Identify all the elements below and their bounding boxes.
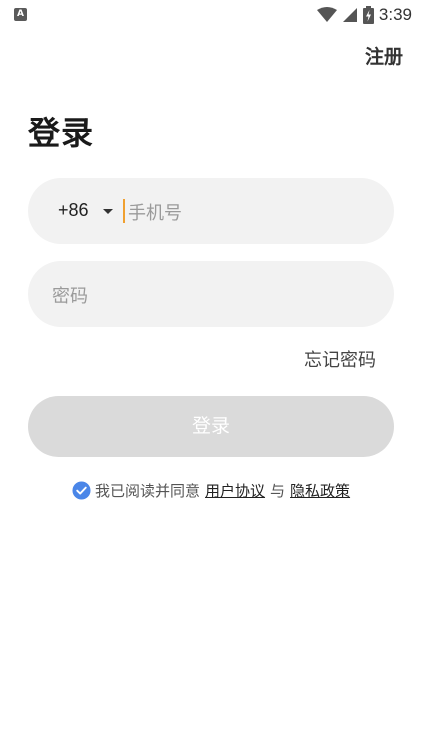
phone-field[interactable]: +86 手机号 [28, 178, 394, 244]
cell-signal-icon [342, 8, 357, 22]
register-button[interactable]: 注册 [365, 42, 403, 69]
privacy-policy-link[interactable]: 隐私政策 [290, 480, 350, 501]
text-cursor [123, 199, 125, 223]
forgot-password-link[interactable]: 忘记密码 [304, 346, 376, 372]
agreement-connector-text: 与 [270, 481, 286, 500]
status-indicators: 3:39 [316, 3, 412, 27]
status-bar: A 3:39 [0, 0, 422, 30]
agreement-row: 我已阅读并同意 用户协议 与 隐私政策 [72, 479, 355, 501]
agreement-prefix-text: 我已阅读并同意 [95, 481, 201, 500]
password-input-placeholder[interactable]: 密码 [52, 282, 88, 308]
status-time: 3:39 [378, 5, 412, 24]
user-agreement-link[interactable]: 用户协议 [205, 480, 265, 501]
phone-input-placeholder[interactable]: 手机号 [128, 199, 182, 225]
wifi-icon [316, 7, 337, 22]
page-title: 登录 [28, 114, 95, 152]
chevron-down-icon[interactable] [101, 202, 115, 220]
password-field[interactable]: 密码 [28, 261, 394, 327]
login-button[interactable]: 登录 [28, 396, 394, 457]
battery-icon [362, 6, 374, 24]
agreement-checkbox-icon[interactable] [72, 480, 91, 500]
app-notification-icon: A [14, 8, 27, 21]
country-code-selector[interactable]: +86 [58, 200, 89, 221]
